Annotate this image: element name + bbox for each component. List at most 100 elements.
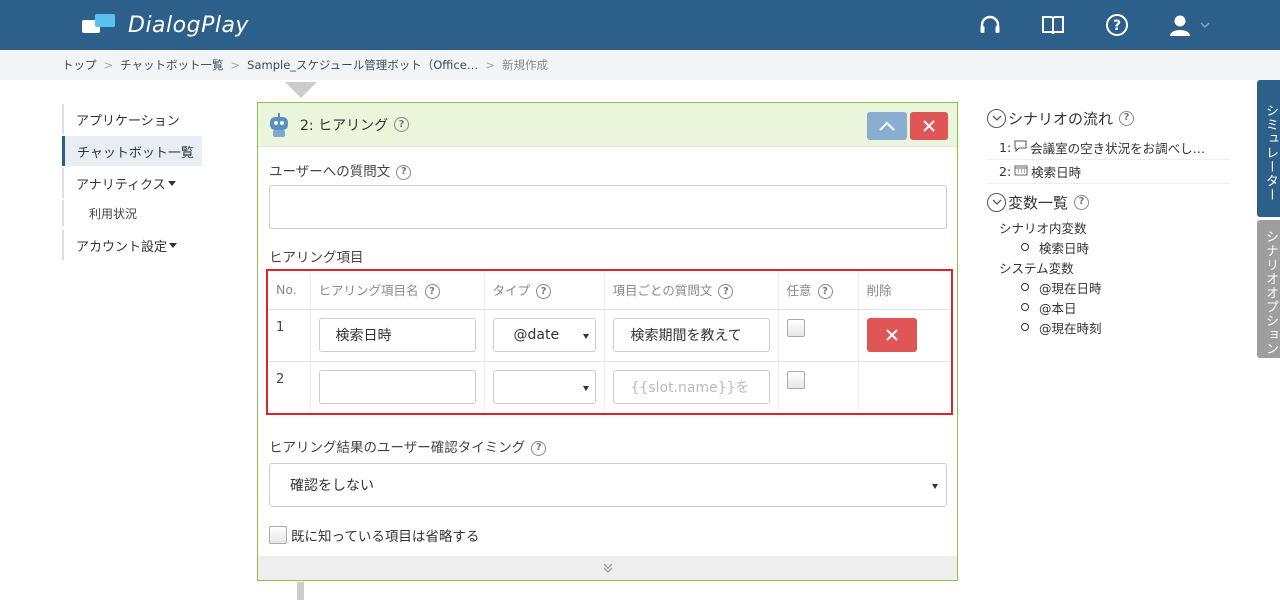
- close-icon: [923, 120, 935, 132]
- breadcrumb-bot[interactable]: Sample_スケジュール管理ボット（Office…: [247, 57, 478, 73]
- nav-usage[interactable]: 利用状況: [62, 200, 202, 226]
- system-vars-label: システム変数: [999, 260, 1074, 276]
- flow-item[interactable]: 2: 検索日時: [987, 160, 1231, 184]
- help-icon[interactable]: ?: [718, 284, 734, 300]
- breadcrumb-top[interactable]: トップ: [62, 57, 97, 73]
- skip-known-option[interactable]: 既に知っている項目は省略する: [269, 525, 479, 545]
- col-type: タイプ?: [484, 271, 605, 310]
- variables-header[interactable]: 変数一覧?: [987, 190, 1237, 214]
- row-number: 1: [268, 309, 311, 362]
- help-icon[interactable]: ?: [1119, 110, 1135, 126]
- items-label: ヒアリング項目: [269, 250, 364, 266]
- help-icon[interactable]: ?: [424, 284, 440, 300]
- row-number: 2: [268, 361, 311, 413]
- nav-application[interactable]: アプリケーション: [62, 104, 202, 134]
- list-item: @本日: [987, 297, 1237, 317]
- panel-title: 2: ヒアリング: [300, 117, 389, 134]
- nav-account[interactable]: アカウント設定: [62, 230, 202, 260]
- list-item: @現在時刻: [987, 317, 1237, 337]
- nav-label: アプリケーション: [76, 113, 180, 129]
- flow-item[interactable]: 1: 会議室の空き状況をお調べし…: [987, 136, 1231, 160]
- help-icon[interactable]: ?: [817, 284, 833, 300]
- logo-chat-icon: [82, 12, 116, 38]
- col-optional: 任意?: [778, 271, 859, 310]
- question-input[interactable]: [269, 185, 947, 229]
- help-icon[interactable]: ?: [536, 284, 552, 300]
- chevron-down-icon: [1200, 22, 1210, 28]
- breadcrumb-separator: >: [230, 58, 241, 72]
- delete-row-button[interactable]: [866, 318, 917, 352]
- caret-down-icon: [167, 180, 176, 186]
- col-delete: 削除: [858, 271, 951, 310]
- app-name: DialogPlay: [128, 12, 249, 38]
- headset-icon[interactable]: [977, 12, 1003, 38]
- chevron-down-icon: [987, 108, 1006, 128]
- list-item: @現在日時: [987, 277, 1237, 297]
- left-nav: アプリケーション チャットボット一覧 アナリティクス 利用状況 アカウント設定: [62, 104, 202, 262]
- move-up-button[interactable]: [867, 112, 907, 140]
- scenario-option-tab[interactable]: シナリオオプション: [1257, 220, 1280, 358]
- help-icon[interactable]: ?: [1074, 194, 1090, 210]
- table-row: 1 検索日時 @date 検索期間を教えて: [268, 309, 951, 362]
- chevron-up-icon: [879, 121, 895, 131]
- hearing-items-table: No. ヒアリング項目名? タイプ? 項目ごとの質問文? 任意? 削除 1 検索…: [266, 269, 953, 415]
- help-icon[interactable]: ?: [1104, 12, 1130, 38]
- close-icon: [885, 329, 898, 341]
- type-select[interactable]: [492, 370, 596, 405]
- right-panel: シナリオの流れ? 1: 会議室の空き状況をお調べし… 2: 検索日時 変数一覧?…: [987, 106, 1237, 337]
- nav-chatbot-list[interactable]: チャットボット一覧: [62, 136, 202, 166]
- list-item: 検索日時: [987, 237, 1237, 257]
- flow-connector: [297, 582, 304, 600]
- optional-checkbox[interactable]: [786, 319, 805, 337]
- optional-checkbox[interactable]: [786, 371, 805, 390]
- nav-label: アカウント設定: [76, 239, 168, 255]
- robot-icon: [268, 112, 290, 137]
- scenario-flow-header[interactable]: シナリオの流れ?: [987, 106, 1237, 130]
- col-no: No.: [268, 271, 311, 310]
- nav-label: アナリティクス: [76, 177, 166, 193]
- app-logo[interactable]: DialogPlay: [82, 10, 249, 40]
- scenario-vars-label: シナリオ内変数: [999, 220, 1087, 236]
- user-icon: [1170, 15, 1190, 36]
- skip-known-checkbox[interactable]: [269, 526, 287, 544]
- user-menu[interactable]: [1168, 12, 1216, 38]
- speech-bubble-icon: [1014, 140, 1027, 155]
- skip-known-label: 既に知っている項目は省略する: [291, 529, 480, 545]
- confirm-label: ヒアリング結果のユーザー確認タイミング?: [269, 436, 547, 456]
- help-icon[interactable]: ?: [396, 164, 412, 180]
- nav-label: 利用状況: [89, 206, 138, 221]
- dropdown-arrow-icon: [932, 484, 938, 489]
- col-name: ヒアリング項目名?: [310, 271, 485, 310]
- item-question-input[interactable]: {{slot.name}}を: [612, 370, 770, 405]
- question-label: ユーザーへの質問文?: [269, 160, 412, 180]
- nav-analytics[interactable]: アナリティクス: [62, 168, 202, 198]
- top-header: DialogPlay ?: [0, 0, 1280, 50]
- flow-arrow-icon: [285, 82, 317, 98]
- col-question: 項目ごとの質問文?: [604, 271, 779, 310]
- item-name-input[interactable]: [318, 370, 476, 405]
- item-question-input[interactable]: 検索期間を教えて: [612, 318, 770, 352]
- nav-label: チャットボット一覧: [77, 145, 194, 161]
- help-icon[interactable]: ?: [394, 117, 410, 132]
- calendar-icon: [1014, 164, 1028, 179]
- delete-node-button[interactable]: [910, 112, 948, 140]
- confirm-timing-select[interactable]: 確認をしない: [269, 463, 947, 507]
- dropdown-arrow-icon: [582, 334, 589, 339]
- expand-panel-button[interactable]: [258, 556, 957, 580]
- breadcrumb: トップ > チャットボット一覧 > Sample_スケジュール管理ボット（Off…: [0, 50, 1280, 80]
- table-row: 2 {{slot.name}}を: [268, 361, 951, 413]
- type-select[interactable]: @date: [492, 318, 596, 352]
- help-icon[interactable]: ?: [531, 440, 547, 456]
- chevron-down-icon: [987, 192, 1006, 212]
- breadcrumb-separator: >: [103, 58, 114, 72]
- dropdown-arrow-icon: [582, 386, 589, 392]
- double-chevron-down-icon: [603, 563, 612, 573]
- book-icon[interactable]: [1040, 12, 1066, 38]
- breadcrumb-chatbot-list[interactable]: チャットボット一覧: [120, 57, 223, 73]
- item-name-input[interactable]: 検索日時: [318, 318, 476, 352]
- hearing-node-panel: 2: ヒアリング ? ユーザーへの質問文? ヒアリング項目 No. ヒアリング項…: [257, 102, 958, 581]
- simulator-tab[interactable]: シミュレーター: [1257, 80, 1280, 217]
- breadcrumb-current: 新規作成: [501, 58, 548, 72]
- table-header-row: No. ヒアリング項目名? タイプ? 項目ごとの質問文? 任意? 削除: [268, 271, 951, 310]
- breadcrumb-separator: >: [485, 58, 495, 72]
